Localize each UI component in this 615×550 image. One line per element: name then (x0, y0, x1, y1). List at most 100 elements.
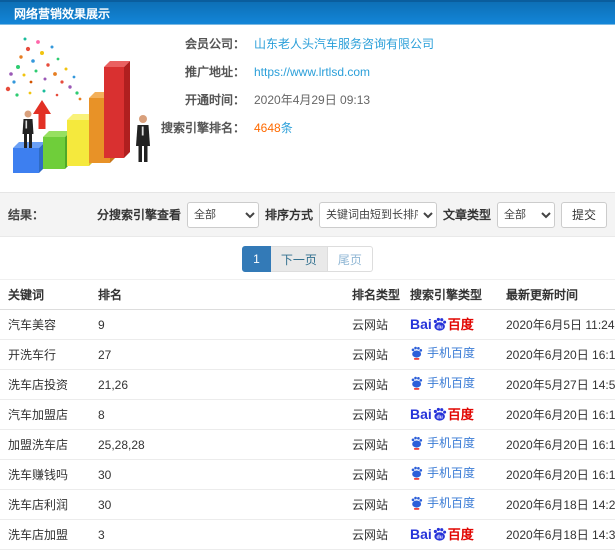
rank-cell[interactable]: 27 (90, 339, 344, 370)
engine-filter-select[interactable]: 全部 (186, 201, 259, 228)
info-section: 会员公司： 山东老人头汽车服务咨询有限公司 推广地址： https://www.… (0, 25, 615, 192)
rank-cell[interactable]: 8 (90, 399, 344, 430)
svg-text:du: du (436, 534, 442, 540)
mobile-baidu-paw-icon (411, 346, 423, 360)
update-time-cell: 2020年6月5日 11:24 (498, 309, 615, 340)
engine-rank-value: 4648条 (254, 119, 293, 136)
open-time-value: 2020年4月29日 09:13 (254, 93, 371, 107)
company-label: 会员公司： (184, 37, 245, 51)
col-rank-type: 排名类型 (344, 279, 402, 310)
update-time-cell: 2020年6月18日 14:27 (498, 489, 615, 520)
col-engine-type: 搜索引擎类型 (402, 279, 498, 310)
page-next[interactable]: 下一页 (270, 246, 328, 272)
engine-cell: 手机百度 (402, 489, 498, 520)
company-link[interactable]: 山东老人头汽车服务咨询有限公司 (254, 35, 434, 52)
engine-filter-label: 分搜索引擎查看 (96, 208, 181, 222)
rank-type-cell: 云网站 (344, 369, 402, 400)
page-last[interactable]: 尾页 (327, 246, 373, 272)
result-label: 结果： (8, 208, 45, 222)
svg-text:du: du (436, 414, 442, 420)
info-row-open-time: 开通时间： 2020年4月29日 09:13 (161, 86, 434, 113)
engine-cell: Bai du 百度 (402, 519, 498, 550)
keyword-cell: 汽车加盟店 (0, 399, 90, 430)
promo-url-link[interactable]: https://www.lrtlsd.com (254, 65, 370, 79)
keyword-cell: 洗车赚钱吗 (0, 459, 90, 490)
table-row: 洗车店利润 30 云网站 手机百度 2020年6月18日 14:27 (0, 489, 615, 520)
mobile-baidu-paw-icon (411, 496, 423, 510)
keyword-cell: 汽车美容 (0, 309, 90, 340)
rank-count: 4648 (254, 121, 281, 135)
sort-filter-label: 排序方式 (264, 208, 313, 222)
engine-cell: 手机百度 (402, 369, 498, 400)
info-row-rank-count: 搜索引擎排名： 4648条 (161, 114, 434, 141)
company-info-panel: 会员公司： 山东老人头汽车服务咨询有限公司 推广地址： https://www.… (161, 30, 434, 142)
bar-green (43, 131, 71, 169)
rank-cell[interactable]: 9 (90, 309, 344, 340)
mobile-baidu-logo: 手机百度 (410, 436, 475, 450)
rank-cell[interactable]: 25,28,28 (90, 429, 344, 460)
update-time-cell: 2020年6月20日 16:12 (498, 399, 615, 430)
table-row: 汽车美容 9 云网站 Bai du 百度 2020年6月5日 11:24 (0, 309, 615, 340)
mobile-baidu-logo: 手机百度 (410, 346, 475, 360)
rank-cell[interactable]: 30 (90, 459, 344, 490)
rank-cell[interactable]: 3 (90, 519, 344, 550)
confetti-dots (5, 37, 82, 101)
baidu-paw-icon: du (433, 317, 446, 331)
rank-cell[interactable]: 30 (90, 489, 344, 520)
rank-type-cell: 云网站 (344, 489, 402, 520)
keyword-cell: 加盟洗车店 (0, 429, 90, 460)
baidu-paw-icon: du (433, 407, 446, 421)
mobile-baidu-paw-icon (411, 466, 423, 480)
col-keyword: 关键词 (0, 279, 90, 310)
mobile-baidu-paw-icon (411, 436, 423, 450)
page-current[interactable]: 1 (242, 246, 271, 272)
sort-filter-select[interactable]: 关键词由短到长排序 (318, 201, 437, 228)
page-title: 网络营销效果展示 (14, 6, 111, 21)
info-row-url: 推广地址： https://www.lrtlsd.com (161, 58, 434, 85)
submit-button[interactable]: 提交 (560, 201, 607, 228)
table-row: 汽车加盟店 8 云网站 Bai du 百度 2020年6月20日 16:12 (0, 399, 615, 430)
keyword-cell: 洗车店投资 (0, 369, 90, 400)
table-row: 洗车店加盟 3 云网站 Bai du 百度 2020年6月18日 14:30 (0, 519, 615, 550)
baidu-paw-icon: du (433, 527, 446, 541)
engine-rank-label: 搜索引擎排名： (161, 121, 246, 135)
keyword-cell: 开洗车行 (0, 339, 90, 370)
table-body: 汽车美容 9 云网站 Bai du 百度 2020年6月5日 11:24 开洗车… (0, 309, 615, 550)
update-time-cell: 2020年6月20日 16:12 (498, 459, 615, 490)
engine-cell: Bai du 百度 (402, 399, 498, 430)
keyword-rank-table: 关键词 排名 排名类型 搜索引擎类型 最新更新时间 汽车美容 9 云网站 Bai… (0, 279, 615, 550)
rank-type-cell: 云网站 (344, 399, 402, 430)
rank-type-cell: 云网站 (344, 309, 402, 340)
rank-cell[interactable]: 21,26 (90, 369, 344, 400)
businessman-right (136, 115, 150, 162)
article-type-select[interactable]: 全部 (496, 201, 555, 228)
svg-text:du: du (436, 324, 442, 330)
table-header: 关键词 排名 排名类型 搜索引擎类型 最新更新时间 (0, 279, 615, 310)
col-rank: 排名 (90, 279, 344, 310)
info-row-company: 会员公司： 山东老人头汽车服务咨询有限公司 (161, 30, 434, 57)
article-type-label: 文章类型 (442, 208, 491, 222)
table-row: 开洗车行 27 云网站 手机百度 2020年6月20日 16:16 (0, 339, 615, 370)
mobile-baidu-logo: 手机百度 (410, 376, 475, 390)
rank-unit: 条 (280, 121, 293, 135)
table-row: 洗车店投资 21,26 云网站 手机百度 2020年5月27日 14:58 (0, 369, 615, 400)
up-arrow-icon (33, 100, 51, 129)
engine-cell: 手机百度 (402, 339, 498, 370)
baidu-logo: Bai du 百度 (410, 316, 474, 333)
open-time-label: 开通时间： (184, 93, 245, 107)
engine-cell: 手机百度 (402, 429, 498, 460)
rank-type-cell: 云网站 (344, 339, 402, 370)
update-time-cell: 2020年5月27日 14:58 (498, 369, 615, 400)
keyword-cell: 洗车店加盟 (0, 519, 90, 550)
update-time-cell: 2020年6月20日 16:11 (498, 429, 615, 460)
baidu-logo: Bai du 百度 (410, 526, 474, 543)
table-row: 加盟洗车店 25,28,28 云网站 手机百度 2020年6月20日 16:11 (0, 429, 615, 460)
top-header-bar: 网络营销效果展示 (0, 0, 615, 25)
keyword-cell: 洗车店利润 (0, 489, 90, 520)
baidu-logo: Bai du 百度 (410, 406, 474, 423)
bar-red (104, 61, 130, 158)
mobile-baidu-paw-icon (411, 376, 423, 390)
rank-type-cell: 云网站 (344, 519, 402, 550)
engine-cell: Bai du 百度 (402, 309, 498, 340)
pagination-wrap: 1 下一页 尾页 (0, 237, 615, 279)
